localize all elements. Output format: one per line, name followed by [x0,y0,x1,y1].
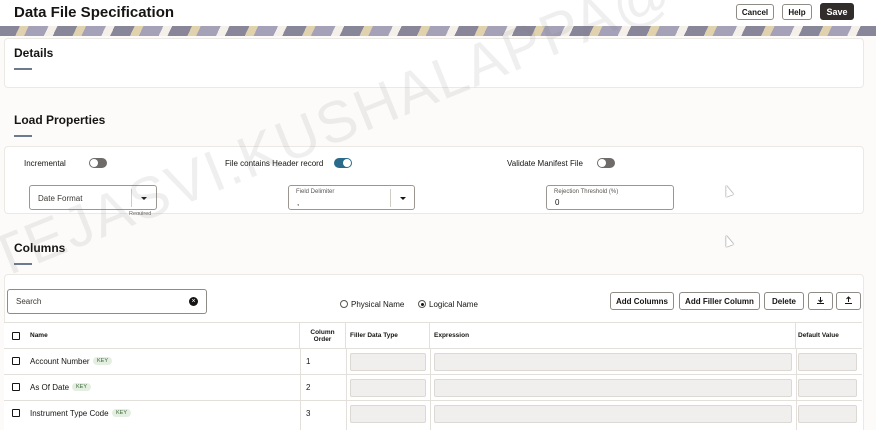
mouse-cursor [722,233,734,248]
columns-title: Columns [14,241,66,255]
row-order: 3 [306,409,311,418]
incremental-toggle[interactable] [89,158,107,168]
date-format-divider [131,189,132,207]
add-columns-button[interactable]: Add Columns [610,292,674,310]
save-button[interactable]: Save [820,3,854,20]
details-card [4,38,864,88]
search-input[interactable]: Search × [7,289,207,314]
header-column-order[interactable]: Column Order [300,323,346,348]
column-divider [346,348,347,430]
clear-icon[interactable]: × [189,297,198,306]
header-record-label: File contains Header record [225,159,324,168]
logical-name-radio[interactable] [418,300,426,308]
row-checkbox[interactable] [12,409,20,417]
download-icon [817,296,824,304]
row-divider [4,400,862,401]
select-all-checkbox[interactable] [12,332,20,340]
filler-type-input[interactable] [350,379,426,397]
row-checkbox[interactable] [12,383,20,391]
row-name: Account Number [30,357,90,366]
download-button[interactable] [808,292,833,310]
load-properties-title: Load Properties [14,113,106,127]
key-badge: KEY [93,357,113,365]
header-column-order-line2: Order [313,335,332,343]
row-order: 1 [306,357,311,366]
section-gap [0,216,876,220]
field-delimiter-divider [390,189,391,207]
details-title: Details [14,46,54,60]
add-filler-column-button[interactable]: Add Filler Column [679,292,760,310]
row-divider [4,348,862,349]
field-delimiter-label: Field Delimiter [296,189,335,195]
row-name: Instrument Type Code [30,409,109,418]
row-checkbox[interactable] [12,357,20,365]
date-format-select[interactable]: Date Format [29,185,157,210]
page-header: Data File Specification Cancel Help Save [0,0,876,36]
header-decorative-band [0,26,876,36]
filler-type-input[interactable] [350,353,426,371]
help-button[interactable]: Help [782,4,812,20]
incremental-label: Incremental [24,159,66,168]
expression-input[interactable] [434,379,792,397]
page-title: Data File Specification [14,4,175,21]
column-divider [300,348,301,430]
expression-input[interactable] [434,405,792,423]
header-filler-type[interactable]: Filler Data Type [346,323,430,348]
header-record-toggle[interactable] [334,158,352,168]
date-format-placeholder: Date Format [38,194,83,203]
search-placeholder: Search [16,297,42,306]
delete-button[interactable]: Delete [764,292,804,310]
default-value-input[interactable] [798,405,857,423]
upload-button[interactable] [836,292,861,310]
row-name: As Of Date [30,383,70,392]
field-delimiter-select[interactable]: Field Delimiter , [288,185,415,210]
logical-name-label: Logical Name [429,300,478,309]
row-order: 2 [306,383,311,392]
date-format-hint: Required [129,211,152,215]
header-expression[interactable]: Expression [430,323,796,348]
row-divider [4,374,862,375]
chevron-down-icon [400,197,406,200]
upload-icon [845,295,852,304]
columns-table: Name Column Order Filler Data Type Expre… [4,322,862,430]
field-delimiter-value: , [297,198,300,207]
load-properties-underline [14,135,32,137]
key-badge: KEY [72,383,92,391]
column-divider [796,348,797,430]
validate-manifest-label: Validate Manifest File [507,159,583,168]
header-name[interactable]: Name [26,323,300,348]
cancel-button[interactable]: Cancel [736,4,774,20]
physical-name-radio[interactable] [340,300,348,308]
expression-input[interactable] [434,353,792,371]
column-divider [430,348,431,430]
header-column-order-line1: Column [310,328,335,336]
validate-manifest-toggle[interactable] [597,158,615,168]
rejection-threshold-input[interactable]: Rejection Threshold (%) 0 [546,185,674,210]
filler-type-input[interactable] [350,405,426,423]
key-badge: KEY [112,409,132,417]
physical-name-label: Physical Name [351,300,405,309]
rejection-threshold-label: Rejection Threshold (%) [554,189,619,195]
rejection-threshold-value: 0 [555,198,560,207]
details-underline [14,68,32,70]
columns-underline [14,263,32,265]
default-value-input[interactable] [798,353,857,371]
header-default-value[interactable]: Default Value [796,323,862,348]
default-value-input[interactable] [798,379,857,397]
chevron-down-icon [141,197,147,200]
